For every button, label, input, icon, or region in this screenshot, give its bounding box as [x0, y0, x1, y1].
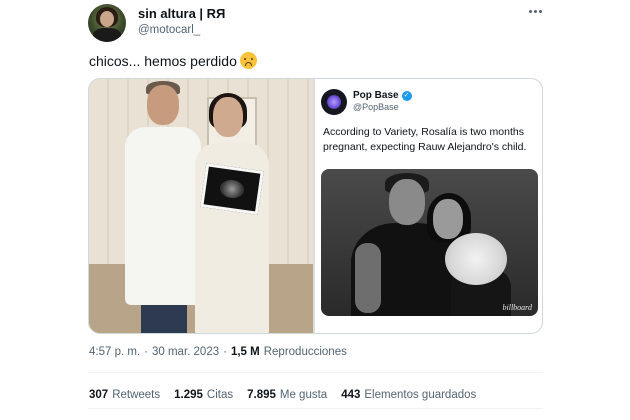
avatar[interactable]: [88, 4, 126, 42]
avatar-body: [93, 28, 121, 42]
tweet-meta: 4:57 p. m. · 30 mar. 2023 · 1,5 M Reprod…: [89, 346, 347, 358]
retweets-label: Retweets: [112, 389, 161, 401]
quotes-count: 1.295: [174, 389, 203, 401]
retweets-stat[interactable]: 307 Retweets: [89, 389, 160, 401]
meta-separator: ·: [144, 346, 148, 358]
divider: [88, 408, 543, 409]
popbase-avatar: [321, 89, 347, 115]
quotes-label: Citas: [206, 389, 234, 401]
tweet: sin altura | RЯ @motocarl_ chicos... hem…: [0, 0, 630, 420]
tweet-time[interactable]: 4:57 p. m.: [89, 346, 140, 358]
quotes-stat[interactable]: 1.295 Citas: [174, 389, 233, 401]
meta-separator: ·: [223, 346, 227, 358]
embedded-tweet-text: According to Variety, Rosalía is two mon…: [323, 126, 527, 153]
verified-badge-icon: ✓: [401, 90, 412, 101]
billboard-watermark: billboard: [502, 303, 532, 312]
tweet-text: chicos... hemos perdido: [89, 52, 237, 69]
embedded-photo: billboard: [321, 169, 538, 316]
likes-count: 7.895: [247, 389, 276, 401]
avatar-face: [100, 11, 114, 27]
bookmarks-stat[interactable]: 443 Elementos guardados: [341, 389, 476, 401]
more-dot-icon: [533, 9, 537, 13]
tweet-text-row: chicos... hemos perdido: [89, 52, 257, 69]
likes-stat[interactable]: 7.895 Me gusta: [247, 389, 327, 401]
embedded-author-name-text: Pop Base: [353, 90, 399, 101]
likes-label: Me gusta: [279, 389, 328, 401]
views-label: Reproducciones: [263, 346, 347, 358]
more-dot-icon: [538, 9, 542, 13]
media-grid: Pop Base ✓ @PopBase According to Variety…: [88, 78, 543, 334]
views-count: 1,5 M: [230, 346, 260, 358]
bookmarks-label: Elementos guardados: [364, 389, 477, 401]
media-photo-right[interactable]: Pop Base ✓ @PopBase According to Variety…: [315, 79, 542, 333]
more-dot-icon: [528, 9, 532, 13]
media-photo-left[interactable]: [89, 79, 313, 333]
tweet-date[interactable]: 30 mar. 2023: [152, 346, 219, 358]
author-handle[interactable]: @motocarl_: [138, 24, 200, 36]
more-options-button[interactable]: [524, 2, 546, 20]
embedded-author-handle: @PopBase: [353, 102, 399, 112]
sad-face-emoji-icon: [239, 52, 257, 69]
bookmarks-count: 443: [341, 389, 361, 401]
engagement-stats: 307 Retweets 1.295 Citas 7.895 Me gusta …: [89, 389, 476, 401]
author-display-name[interactable]: sin altura | RЯ: [138, 6, 225, 21]
embedded-author-name: Pop Base ✓: [353, 90, 412, 101]
ultrasound-image: [200, 163, 264, 215]
retweets-count: 307: [89, 389, 109, 401]
divider: [88, 372, 543, 373]
